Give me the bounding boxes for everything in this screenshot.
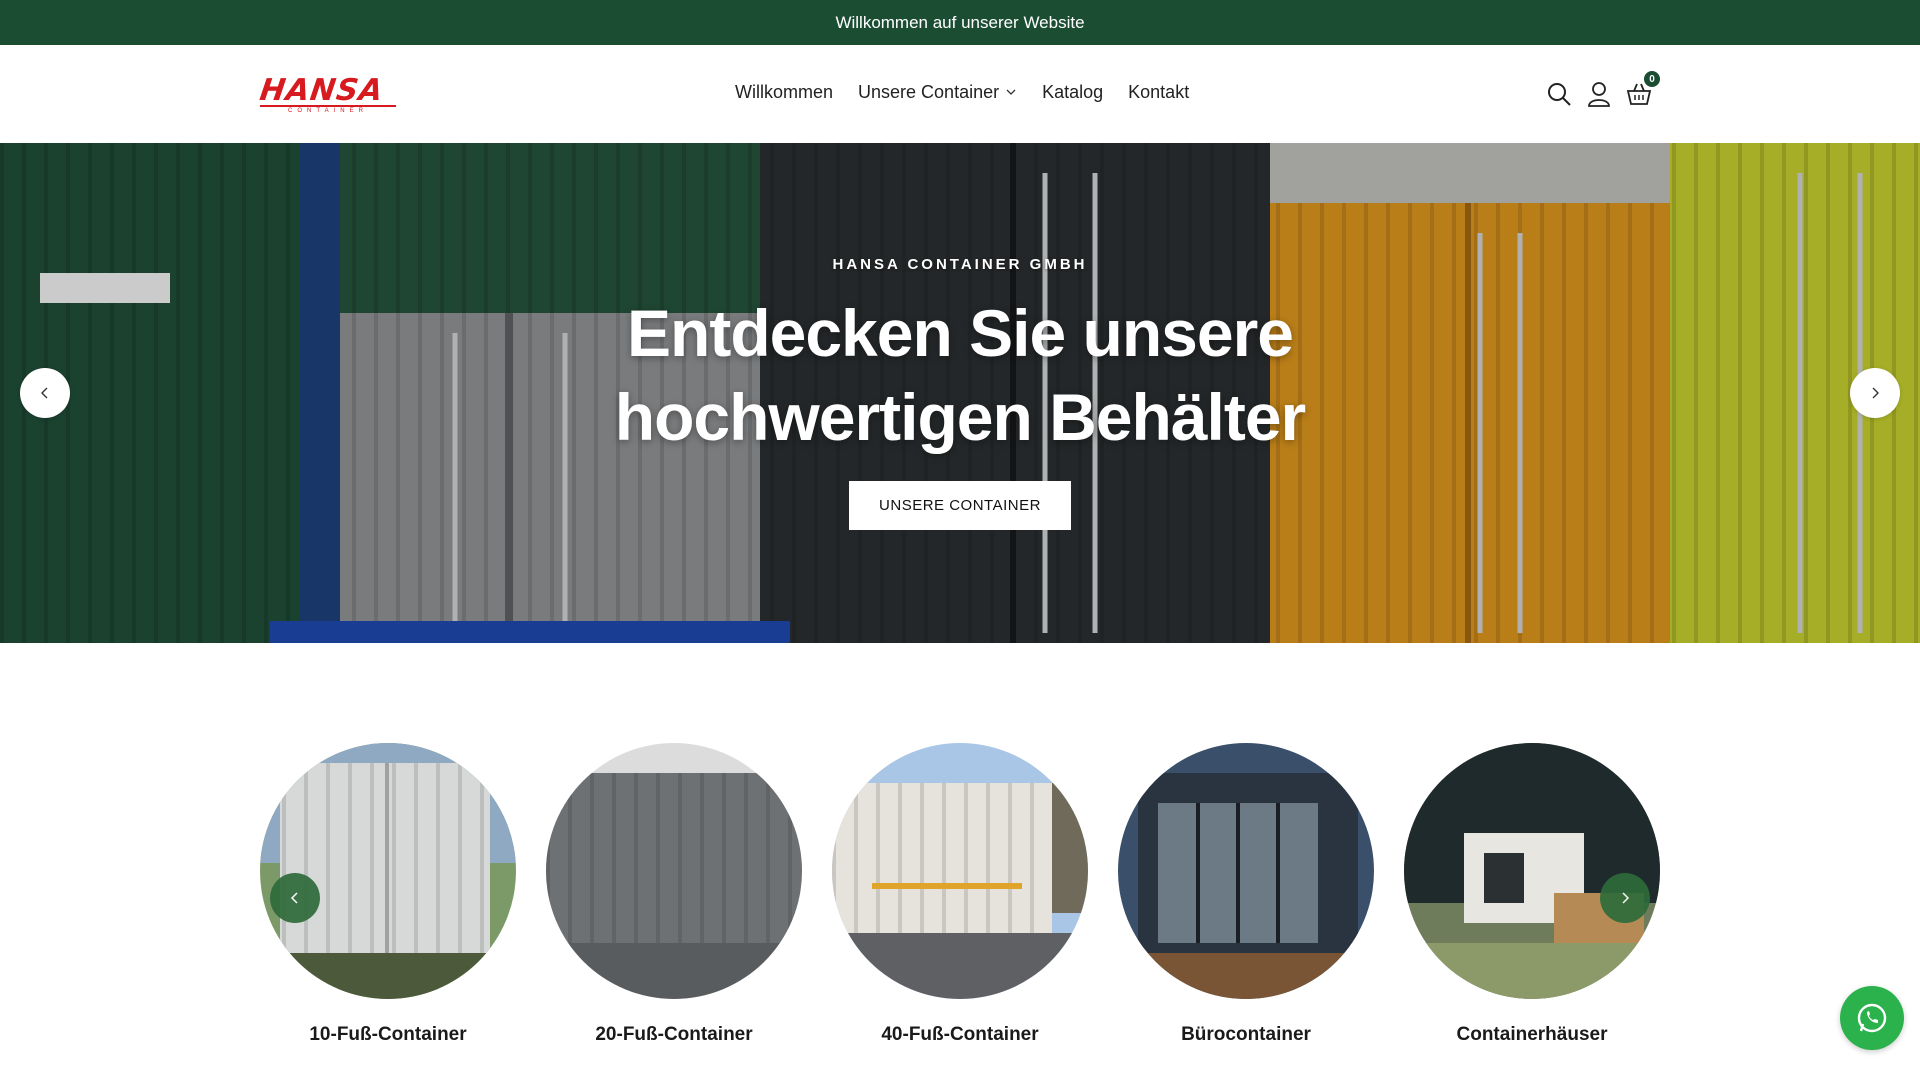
category-label: Containerhäuser: [1456, 1024, 1608, 1045]
nav-item-willkommen[interactable]: Willkommen: [735, 79, 833, 105]
nav-item-label: Unsere Container: [858, 81, 1000, 102]
hero-slider: HANSA CONTAINER GMBH Entdecken Sie unser…: [0, 143, 1920, 643]
category-image: [1404, 743, 1660, 999]
header-icons: 0: [1546, 71, 1660, 107]
cart-count-badge: 0: [1644, 71, 1660, 87]
hero-prev-button[interactable]: [20, 368, 70, 418]
category-image: [1118, 743, 1374, 999]
chevron-down-icon: [1006, 89, 1016, 95]
nav-item-unsere-container[interactable]: Unsere Container: [858, 79, 1017, 105]
nav-item-kontakt[interactable]: Kontakt: [1128, 79, 1189, 105]
category-image: [260, 743, 516, 999]
category-card-containerhaeuser[interactable]: Containerhäuser: [1404, 743, 1660, 1045]
hero-next-button[interactable]: [1850, 368, 1900, 418]
category-card-buero[interactable]: Bürocontainer: [1118, 743, 1374, 1045]
category-card-10ft[interactable]: 10-Fuß-Container: [260, 743, 516, 1045]
announcement-text: Willkommen auf unserer Website: [835, 12, 1085, 32]
chevron-right-icon: [1622, 892, 1630, 904]
category-card-20ft[interactable]: 20-Fuß-Container: [546, 743, 802, 1045]
nav-item-label: Kontakt: [1128, 81, 1190, 102]
nav-item-label: Willkommen: [735, 81, 834, 102]
category-label: 40-Fuß-Container: [881, 1024, 1039, 1045]
category-card-40ft[interactable]: 40-Fuß-Container: [832, 743, 1088, 1045]
category-carousel: 10-Fuß-Container 20-Fuß-Container 40-Fuß: [260, 743, 1660, 1053]
hero-eyebrow: HANSA CONTAINER GMBH: [832, 256, 1088, 273]
category-label: 20-Fuß-Container: [595, 1024, 753, 1045]
category-next-button[interactable]: [1600, 873, 1650, 923]
logo-text: HANSA: [257, 73, 386, 108]
logo[interactable]: HANSA CONTAINER: [257, 73, 400, 114]
main-nav: Willkommen Unsere Container Katalog Kont…: [735, 79, 1189, 105]
category-label: Bürocontainer: [1181, 1024, 1311, 1045]
cart-icon[interactable]: 0: [1626, 71, 1660, 107]
chevron-right-icon: [1872, 387, 1879, 399]
category-label: 10-Fuß-Container: [309, 1024, 467, 1045]
nav-item-label: Katalog: [1042, 81, 1104, 102]
category-prev-button[interactable]: [270, 873, 320, 923]
category-image: [832, 743, 1088, 999]
site-header: HANSA CONTAINER Willkommen Unsere Contai…: [0, 45, 1920, 143]
category-image: [546, 743, 802, 999]
chevron-left-icon: [290, 892, 298, 904]
whatsapp-icon: [1857, 1003, 1887, 1033]
search-icon[interactable]: [1546, 81, 1572, 107]
hero-title: Entdecken Sie unsere hochwertigen Behält…: [614, 296, 1306, 454]
chevron-left-icon: [41, 387, 48, 399]
whatsapp-chat-button[interactable]: [1840, 986, 1904, 1050]
account-icon[interactable]: [1586, 81, 1612, 107]
hero-cta-button[interactable]: UNSERE CONTAINER: [849, 481, 1071, 530]
nav-item-katalog[interactable]: Katalog: [1042, 79, 1103, 105]
announcement-bar: Willkommen auf unserer Website: [0, 0, 1920, 45]
